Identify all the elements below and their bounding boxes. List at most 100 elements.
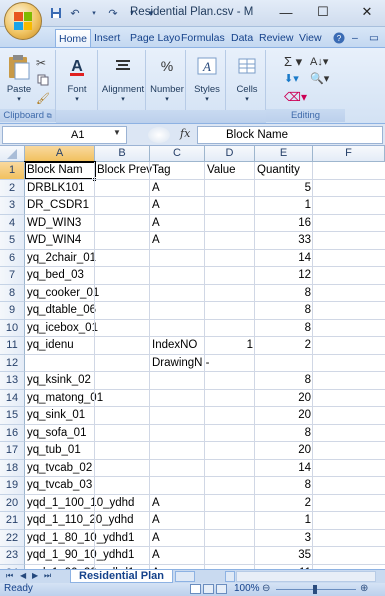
horizontal-scrollbar[interactable] — [236, 571, 376, 582]
zoom-in-icon[interactable]: ⊕ — [360, 583, 368, 594]
cell-c-22[interactable]: A — [150, 531, 160, 549]
cell-a-5[interactable]: WD_WIN4 — [25, 233, 81, 251]
cell-c-11[interactable]: IndexNO — [150, 338, 197, 356]
cell-d-2[interactable] — [205, 181, 207, 199]
cell-a-14[interactable]: yq_matong_01 — [25, 391, 103, 409]
number-button[interactable]: % Number ▾ — [148, 56, 186, 103]
cell-a-1[interactable]: Block Nam — [25, 163, 83, 181]
cell-e-4[interactable]: 16 — [255, 216, 313, 234]
zoom-slider-thumb[interactable] — [313, 585, 317, 594]
cell-c-9[interactable] — [150, 303, 152, 321]
cell-c-23[interactable]: A — [150, 548, 160, 566]
prev-sheet-icon[interactable]: ◀ — [20, 571, 26, 580]
cells-button[interactable]: Cells ▾ — [228, 56, 266, 103]
row-header[interactable]: 2 — [0, 179, 25, 197]
cell-c-1[interactable]: Tag — [150, 163, 171, 181]
undo-icon[interactable]: ↶ — [67, 5, 83, 21]
cell-c-12[interactable]: DrawingN - — [150, 356, 210, 374]
cell-e-23[interactable]: 35 — [255, 548, 313, 566]
cell-b-8[interactable] — [95, 286, 97, 304]
row-header[interactable]: 10 — [0, 319, 25, 337]
column-header-c[interactable]: C — [150, 146, 205, 162]
cell-d-18[interactable] — [205, 461, 207, 479]
column-header-d[interactable]: D — [205, 146, 255, 162]
ribbon-restore-icon[interactable]: ▭ — [366, 29, 382, 47]
close-button[interactable]: ✕ — [349, 0, 385, 24]
tab-formulas[interactable]: Formulas — [178, 29, 228, 47]
cell-d-15[interactable] — [205, 408, 207, 426]
row-header[interactable]: 5 — [0, 232, 25, 250]
cell-d-6[interactable] — [205, 251, 207, 269]
cell-b-14[interactable] — [95, 391, 97, 409]
office-button[interactable] — [4, 2, 42, 40]
cell-d-10[interactable] — [205, 321, 207, 339]
cell-c-8[interactable] — [150, 286, 152, 304]
row-header[interactable]: 4 — [0, 214, 25, 232]
row-header[interactable]: 12 — [0, 354, 25, 372]
cell-e-10[interactable]: 8 — [255, 321, 313, 339]
row-header[interactable]: 1 — [0, 162, 25, 180]
cell-a-19[interactable]: yq_tvcab_03 — [25, 478, 92, 496]
cell-e-20[interactable]: 2 — [255, 496, 313, 514]
cell-c-19[interactable] — [150, 478, 152, 496]
row-header[interactable]: 15 — [0, 407, 25, 425]
cell-c-2[interactable]: A — [150, 181, 160, 199]
cell-e-11[interactable]: 2 — [255, 338, 313, 356]
cell-a-22[interactable]: yqd_1_80_10_ydhd1 — [25, 531, 134, 549]
cell-d-3[interactable] — [205, 198, 207, 216]
cell-a-10[interactable]: yq_icebox_01 — [25, 321, 98, 339]
name-box[interactable]: A1 — [2, 126, 127, 144]
cell-a-6[interactable]: yq_2chair_01 — [25, 251, 96, 269]
cell-e-14[interactable]: 20 — [255, 391, 313, 409]
cell-b-4[interactable] — [95, 216, 97, 234]
cell-c-20[interactable]: A — [150, 496, 160, 514]
cell-a-23[interactable]: yqd_1_90_10_ydhd1 — [25, 548, 134, 566]
help-icon[interactable]: ? — [330, 29, 348, 47]
row-header[interactable]: 9 — [0, 302, 25, 320]
tab-view[interactable]: View — [296, 29, 325, 47]
cell-a-21[interactable]: yqd_1_110_20_ydhd — [25, 513, 134, 531]
cell-e-21[interactable]: 1 — [255, 513, 313, 531]
row-header[interactable]: 7 — [0, 267, 25, 285]
cell-d-19[interactable] — [205, 478, 207, 496]
row-header[interactable]: 8 — [0, 284, 25, 302]
cell-e-15[interactable]: 20 — [255, 408, 313, 426]
cell-a-11[interactable]: yq_idenu — [25, 338, 74, 356]
cell-b-18[interactable] — [95, 461, 97, 479]
cell-d-17[interactable] — [205, 443, 207, 461]
cell-a-13[interactable]: yq_ksink_02 — [25, 373, 91, 391]
cell-e-7[interactable]: 12 — [255, 268, 313, 286]
cell-e-5[interactable]: 33 — [255, 233, 313, 251]
cell-e-1[interactable]: Quantity — [255, 163, 300, 181]
cell-c-5[interactable]: A — [150, 233, 160, 251]
cell-c-15[interactable] — [150, 408, 152, 426]
cell-d-13[interactable] — [205, 373, 207, 391]
formula-bar-expander-icon[interactable] — [148, 127, 170, 143]
cell-d-21[interactable] — [205, 513, 207, 531]
cell-b-11[interactable] — [95, 338, 97, 356]
cell-b-2[interactable] — [95, 181, 97, 199]
cell-c-16[interactable] — [150, 426, 152, 444]
name-box-dropdown-icon[interactable]: ▼ — [113, 128, 121, 137]
column-header-f[interactable]: F — [313, 146, 385, 162]
row-header[interactable]: 11 — [0, 337, 25, 355]
cell-e-2[interactable]: 5 — [255, 181, 313, 199]
row-header[interactable]: 18 — [0, 459, 25, 477]
cell-e-22[interactable]: 3 — [255, 531, 313, 549]
cell-a-4[interactable]: WD_WIN3 — [25, 216, 81, 234]
sort-filter-icon[interactable]: A↓▾ — [310, 55, 328, 68]
row-header[interactable]: 3 — [0, 197, 25, 215]
format-painter-icon[interactable]: 🖌 — [36, 92, 50, 105]
ribbon-minimize-icon[interactable]: – — [349, 29, 361, 47]
cell-b-6[interactable] — [95, 251, 97, 269]
cell-d-7[interactable] — [205, 268, 207, 286]
cell-b-3[interactable] — [95, 198, 97, 216]
cell-c-3[interactable]: A — [150, 198, 160, 216]
cell-e-13[interactable]: 8 — [255, 373, 313, 391]
cell-c-7[interactable] — [150, 268, 152, 286]
column-header-e[interactable]: E — [255, 146, 313, 162]
tab-data[interactable]: Data — [228, 29, 256, 47]
row-header[interactable]: 14 — [0, 389, 25, 407]
normal-view-icon[interactable] — [190, 584, 201, 594]
row-header[interactable]: 6 — [0, 249, 25, 267]
